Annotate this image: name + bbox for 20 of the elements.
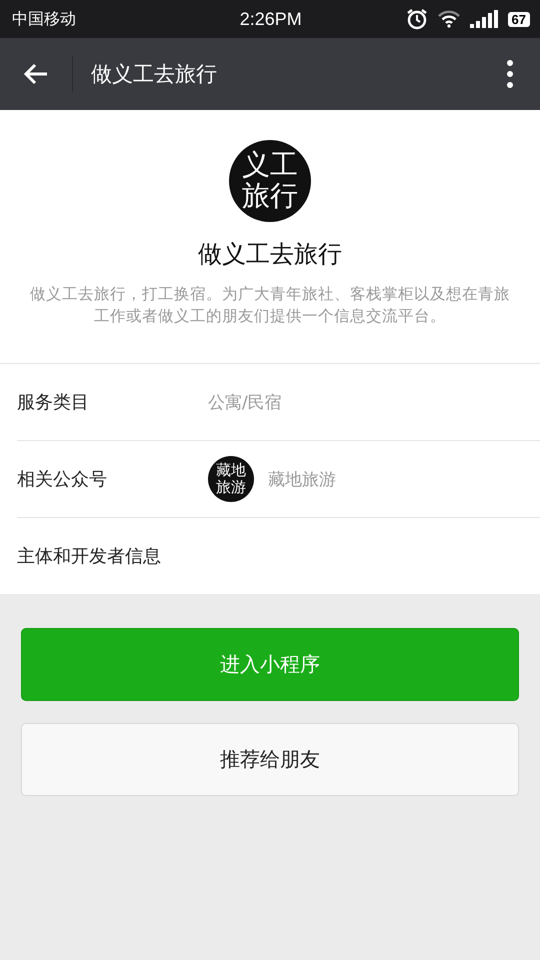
signal-icon [470,10,498,28]
alarm-icon [406,8,428,30]
row-label: 相关公众号 [17,468,108,492]
more-icon [506,59,514,89]
program-description: 做义工去旅行，打工换宿。为广大青年旅社、客栈掌柜以及想在青旅工作或者做义工的朋友们提供一个信息交流平台。 [29,284,511,327]
row-label: 服务类目 [17,391,90,414]
account-avatar[interactable]: 藏地旅游 [208,456,254,502]
row-value: 公寓/民宿 [208,392,282,414]
program-name: 做义工去旅行 [198,239,342,270]
share-button[interactable]: 推荐给朋友 [21,723,519,796]
clock-time: 2:26PM [240,8,302,30]
battery-level: 67 [508,12,530,26]
info-row[interactable]: 主体和开发者信息 [17,518,540,594]
nav-title: 做义工去旅行 [91,61,218,88]
mini-program-logo: 义工旅行 [229,140,311,222]
carrier-name: 中国移动 [12,8,76,30]
back-arrow-icon [23,63,49,85]
row-label: 主体和开发者信息 [17,545,162,568]
wifi-icon [438,10,460,28]
row-value: 藏地旅游 [268,468,336,491]
